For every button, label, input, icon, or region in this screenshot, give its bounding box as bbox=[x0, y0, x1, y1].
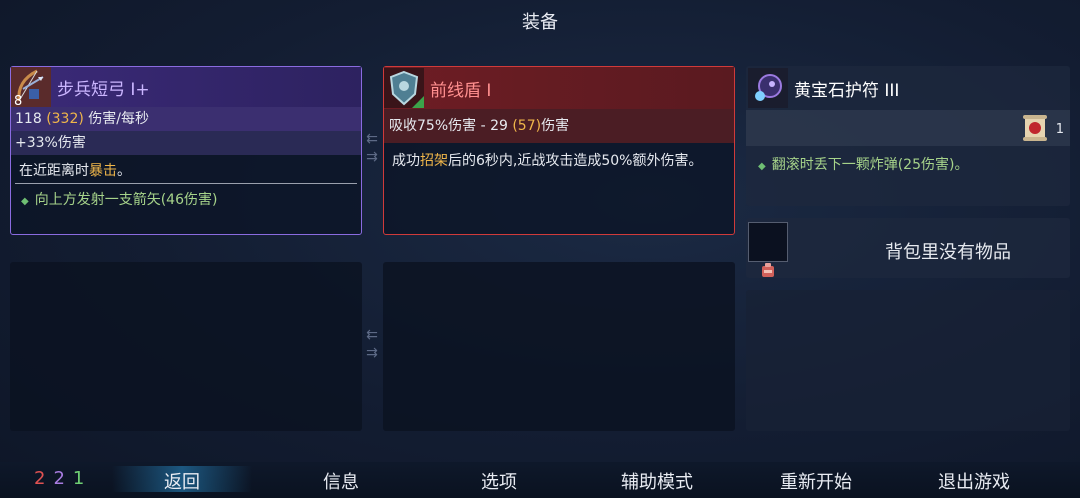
shield-name: 前线盾 I bbox=[430, 80, 492, 101]
counter-purple: 2 bbox=[53, 468, 73, 489]
counter-green: 1 bbox=[72, 468, 93, 489]
weapon-slot-card[interactable]: 8 步兵短弓 I+ 118 (332) 伤害/每秒 +33%伤害 在近距离时暴击… bbox=[10, 66, 362, 235]
shield-header: 前线盾 I bbox=[384, 67, 734, 109]
backpack-card[interactable]: 背包里没有物品 bbox=[746, 218, 1070, 278]
amulet-sub-effect: ◆ 翻滚时丢下一颗炸弹(25伤害)。 bbox=[746, 146, 1070, 182]
amulet-slot-card[interactable]: 黄宝石护符 III 1 ◆ 翻滚时丢下一颗炸弹(25伤害)。 bbox=[746, 66, 1070, 206]
options-button[interactable]: 选项 bbox=[429, 468, 569, 494]
weapon-level: 8 bbox=[14, 94, 23, 109]
shield-icon bbox=[384, 68, 424, 108]
bottom-menu-bar: 221 返回 信息 选项 辅助模式 重新开始 退出游戏 bbox=[0, 462, 1080, 498]
empty-backpack-area bbox=[746, 290, 1070, 431]
weapon-effect-prefix: 在近距离时 bbox=[19, 163, 89, 179]
scroll-icon bbox=[1022, 113, 1048, 143]
shield-desc-suffix: 后的6秒内,近战攻击造成50%额外伤害。 bbox=[448, 153, 703, 169]
weapon-dps-unit: 伤害/每秒 bbox=[88, 111, 150, 127]
backpack-icon bbox=[760, 262, 776, 278]
diamond-icon: ◆ bbox=[758, 161, 766, 172]
empty-weapon-slot[interactable] bbox=[10, 262, 362, 431]
scroll-counters: 221 bbox=[34, 468, 92, 489]
weapon-dps-bonus: (332) bbox=[46, 111, 84, 127]
shield-slot-card[interactable]: 前线盾 I 吸收75%伤害 - 29 (57)伤害 成功招架后的6秒内,近战攻击… bbox=[383, 66, 735, 235]
shield-desc-highlight: 招架 bbox=[420, 153, 448, 169]
back-button[interactable]: 返回 bbox=[112, 466, 252, 493]
shield-stat-bonus: (57) bbox=[512, 118, 542, 134]
weapon-effect-suffix: 。 bbox=[117, 163, 131, 179]
weapon-sub-effect: ◆ 向上方发射一支箭矢(46伤害) bbox=[11, 184, 361, 214]
shield-stat-suffix: 伤害 bbox=[541, 118, 570, 134]
weapon-dps-base: 118 bbox=[15, 111, 42, 127]
amulet-name: 黄宝石护符 III bbox=[794, 80, 900, 101]
shield-desc-prefix: 成功 bbox=[392, 153, 420, 169]
backpack-empty-text: 背包里没有物品 bbox=[885, 242, 1011, 263]
amulet-icon bbox=[748, 68, 788, 108]
scroll-count: 1 bbox=[1055, 122, 1064, 137]
weapon-effect: 在近距离时暴击。 bbox=[15, 155, 357, 184]
swap-arrows-icon[interactable]: ⇇ ⇉ bbox=[361, 326, 383, 362]
weapon-header: 8 步兵短弓 I+ bbox=[11, 67, 361, 109]
info-button[interactable]: 信息 bbox=[271, 468, 411, 494]
screen-title: 装备 bbox=[522, 12, 558, 33]
assist-mode-button[interactable]: 辅助模式 bbox=[587, 468, 727, 494]
backpack-slot[interactable] bbox=[748, 222, 788, 262]
bow-icon: 8 bbox=[11, 67, 51, 109]
quit-game-button[interactable]: 退出游戏 bbox=[904, 468, 1044, 494]
amulet-header: 黄宝石护符 III bbox=[746, 66, 1070, 110]
shield-stats: 吸收75%伤害 - 29 (57)伤害 bbox=[384, 109, 734, 143]
weapon-name: 步兵短弓 I+ bbox=[57, 79, 150, 100]
restart-button[interactable]: 重新开始 bbox=[746, 468, 886, 494]
counter-red: 2 bbox=[34, 468, 54, 489]
weapon-stats: 118 (332) 伤害/每秒 bbox=[11, 107, 361, 131]
diamond-icon: ◆ bbox=[21, 196, 29, 207]
scroll-row: 1 bbox=[746, 110, 1070, 146]
empty-shield-slot[interactable] bbox=[383, 262, 735, 431]
shield-description: 成功招架后的6秒内,近战攻击造成50%额外伤害。 bbox=[384, 143, 734, 179]
weapon-effect-highlight: 暴击 bbox=[89, 163, 117, 179]
amulet-sub-effect-text: 翻滚时丢下一颗炸弹(25伤害)。 bbox=[771, 157, 969, 173]
shield-stat-prefix: 吸收75%伤害 - 29 bbox=[389, 118, 508, 134]
weapon-sub-effect-text: 向上方发射一支箭矢(46伤害) bbox=[34, 192, 218, 208]
weapon-bonus: +33%伤害 bbox=[15, 135, 86, 151]
swap-arrows-icon[interactable]: ⇇ ⇉ bbox=[361, 130, 383, 166]
